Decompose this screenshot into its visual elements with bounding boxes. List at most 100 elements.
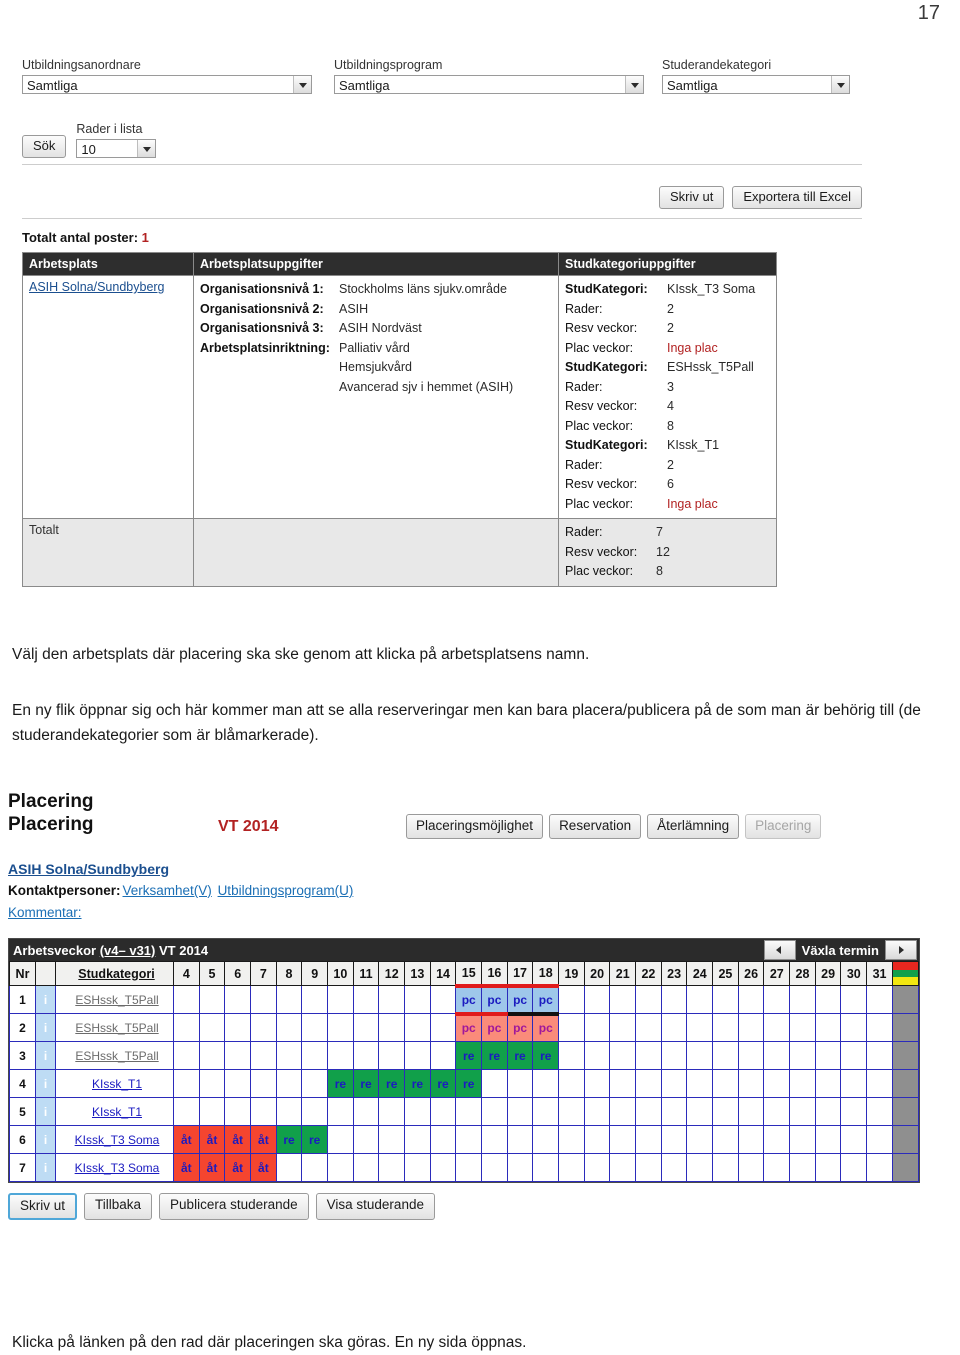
week-cell-18-re[interactable]: re bbox=[532, 1041, 560, 1070]
week-cell-10-re[interactable]: re bbox=[327, 1069, 354, 1098]
week-cell-29-empty[interactable] bbox=[814, 1069, 842, 1098]
week-cell-16-pc[interactable]: pc bbox=[481, 983, 508, 1014]
week-cell-28-empty[interactable] bbox=[789, 985, 816, 1014]
week-cell-7-empty[interactable] bbox=[250, 985, 277, 1014]
week-cell-10-empty[interactable] bbox=[327, 1125, 354, 1154]
week-cell-17-empty[interactable] bbox=[506, 1153, 534, 1182]
week-cell-15-pc[interactable]: pc bbox=[455, 983, 483, 1014]
week-cell-29-empty[interactable] bbox=[814, 1013, 842, 1042]
week-cell-27-empty[interactable] bbox=[763, 1069, 791, 1098]
info-icon[interactable]: i bbox=[35, 1041, 56, 1070]
week-cell-21-empty[interactable] bbox=[609, 1013, 637, 1042]
week-cell-5-åt[interactable]: åt bbox=[198, 1125, 226, 1154]
row-category-link[interactable]: KIssk_T3 Soma bbox=[55, 1153, 174, 1182]
week-cell-15-empty[interactable] bbox=[455, 1125, 483, 1154]
week-cell-27-empty[interactable] bbox=[763, 1153, 791, 1182]
week-cell-11-empty[interactable] bbox=[352, 1153, 380, 1182]
week-cell-8-empty[interactable] bbox=[275, 985, 303, 1014]
week-cell-24-empty[interactable] bbox=[686, 1041, 714, 1070]
week-cell-26-empty[interactable] bbox=[737, 1069, 765, 1098]
week-cell-8-empty[interactable] bbox=[275, 1041, 303, 1070]
week-cell-27-empty[interactable] bbox=[763, 1125, 791, 1154]
week-cell-5-empty[interactable] bbox=[198, 985, 226, 1014]
week-cell-14-empty[interactable] bbox=[429, 1153, 457, 1182]
week-cell-10-empty[interactable] bbox=[327, 1013, 354, 1042]
week-cell-27-empty[interactable] bbox=[763, 1013, 791, 1042]
comment-link[interactable]: Kommentar: bbox=[8, 902, 82, 924]
week-cell-30-empty[interactable] bbox=[840, 1013, 868, 1042]
week-cell-25-empty[interactable] bbox=[712, 1097, 739, 1126]
week-cell-16-re[interactable]: re bbox=[481, 1041, 508, 1070]
week-cell-25-empty[interactable] bbox=[712, 985, 739, 1014]
week-cell-18-empty[interactable] bbox=[532, 1125, 560, 1154]
week-cell-24-empty[interactable] bbox=[686, 1013, 714, 1042]
row-category-link[interactable]: KIssk_T1 bbox=[55, 1097, 174, 1126]
week-cell-14-empty[interactable] bbox=[429, 1125, 457, 1154]
week-cell-5-empty[interactable] bbox=[198, 1013, 226, 1042]
week-cell-9-empty[interactable] bbox=[301, 985, 329, 1014]
week-cell-21-empty[interactable] bbox=[609, 1125, 637, 1154]
week-cell-28-empty[interactable] bbox=[789, 1069, 816, 1098]
week-cell-14-empty[interactable] bbox=[429, 1041, 457, 1070]
week-cell-29-empty[interactable] bbox=[814, 1041, 842, 1070]
week-cell-28-empty[interactable] bbox=[789, 1153, 816, 1182]
print-button[interactable]: Skriv ut bbox=[659, 186, 725, 209]
week-cell-21-empty[interactable] bbox=[609, 985, 637, 1014]
week-cell-26-empty[interactable] bbox=[737, 1097, 765, 1126]
week-cell-16-empty[interactable] bbox=[481, 1069, 508, 1098]
week-cell-9-empty[interactable] bbox=[301, 1041, 329, 1070]
week-cell-24-empty[interactable] bbox=[686, 1125, 714, 1154]
week-cell-11-empty[interactable] bbox=[352, 1013, 380, 1042]
week-cell-7-empty[interactable] bbox=[250, 1013, 277, 1042]
week-cell-20-empty[interactable] bbox=[583, 985, 611, 1014]
week-cell-19-empty[interactable] bbox=[558, 1097, 585, 1126]
week-cell-30-empty[interactable] bbox=[840, 1097, 868, 1126]
week-cell-11-empty[interactable] bbox=[352, 1097, 380, 1126]
week-cell-6-empty[interactable] bbox=[224, 985, 252, 1014]
workplace-link[interactable]: ASIH Solna/Sundbyberg bbox=[29, 280, 165, 294]
footer-button-2[interactable]: Tillbaka bbox=[84, 1193, 153, 1220]
footer-button-4[interactable]: Visa studerande bbox=[315, 1193, 435, 1220]
week-cell-30-empty[interactable] bbox=[840, 1069, 868, 1098]
week-cell-13-empty[interactable] bbox=[404, 1125, 431, 1154]
week-cell-31-empty[interactable] bbox=[866, 1125, 893, 1154]
week-cell-13-empty[interactable] bbox=[404, 985, 431, 1014]
info-icon[interactable]: i bbox=[35, 985, 56, 1014]
week-cell-17-empty[interactable] bbox=[506, 1125, 534, 1154]
week-cell-12-empty[interactable] bbox=[378, 985, 406, 1014]
utbildningsanordnare-select[interactable]: Samtliga bbox=[22, 75, 312, 94]
week-cell-25-empty[interactable] bbox=[712, 1041, 739, 1070]
week-cell-21-empty[interactable] bbox=[609, 1097, 637, 1126]
rows-per-page-select[interactable]: 10 bbox=[76, 139, 157, 158]
week-cell-24-empty[interactable] bbox=[686, 1153, 714, 1182]
week-cell-13-empty[interactable] bbox=[404, 1041, 431, 1070]
week-cell-23-empty[interactable] bbox=[660, 1153, 688, 1182]
week-cell-19-empty[interactable] bbox=[558, 1125, 585, 1154]
tab-3-button[interactable]: Återlämning bbox=[647, 814, 740, 839]
week-cell-31-empty[interactable] bbox=[866, 1153, 893, 1182]
week-cell-12-empty[interactable] bbox=[378, 1153, 406, 1182]
week-cell-31-empty[interactable] bbox=[866, 1041, 893, 1070]
column-header-studkategori[interactable]: Studkategori bbox=[55, 961, 174, 986]
week-cell-26-empty[interactable] bbox=[737, 1013, 765, 1042]
chevron-down-icon[interactable] bbox=[831, 76, 849, 93]
chevron-down-icon[interactable] bbox=[625, 76, 643, 93]
week-cell-25-empty[interactable] bbox=[712, 1013, 739, 1042]
week-cell-31-empty[interactable] bbox=[866, 1097, 893, 1126]
week-cell-4-empty[interactable] bbox=[173, 985, 200, 1014]
week-cell-31-empty[interactable] bbox=[866, 1069, 893, 1098]
week-cell-18-pc[interactable]: pc bbox=[532, 1011, 560, 1042]
contact-link-utbildningsprogram[interactable]: Utbildningsprogram(U) bbox=[216, 883, 354, 898]
week-cell-22-empty[interactable] bbox=[635, 1069, 662, 1098]
week-cell-15-re[interactable]: re bbox=[455, 1041, 483, 1070]
week-cell-14-empty[interactable] bbox=[429, 985, 457, 1014]
week-cell-17-pc[interactable]: pc bbox=[506, 1011, 534, 1042]
week-cell-20-empty[interactable] bbox=[583, 1069, 611, 1098]
week-cell-19-empty[interactable] bbox=[558, 985, 585, 1014]
week-cell-13-empty[interactable] bbox=[404, 1097, 431, 1126]
week-cell-4-åt[interactable]: åt bbox=[173, 1153, 200, 1182]
week-cell-13-empty[interactable] bbox=[404, 1013, 431, 1042]
week-cell-12-empty[interactable] bbox=[378, 1041, 406, 1070]
week-cell-11-empty[interactable] bbox=[352, 1125, 380, 1154]
week-cell-11-empty[interactable] bbox=[352, 985, 380, 1014]
